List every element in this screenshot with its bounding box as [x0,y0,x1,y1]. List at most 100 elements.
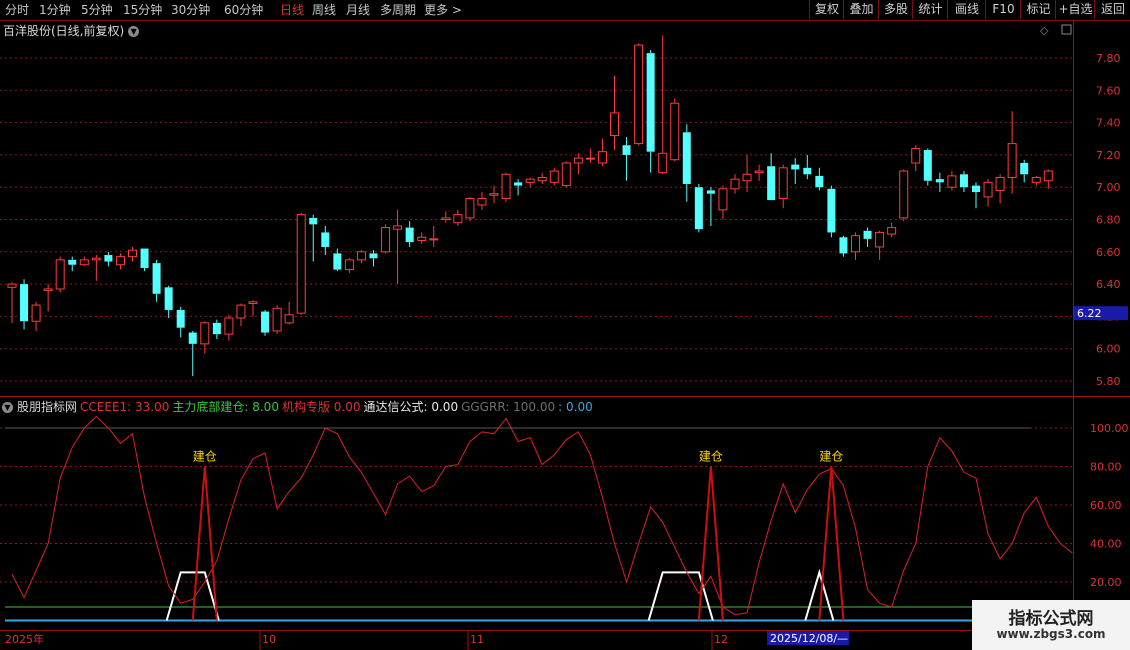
candlestick [236,303,246,327]
candlestick [309,214,318,262]
candle-body [754,170,764,174]
candle-body [405,227,414,243]
candlestick [356,250,366,264]
candle-body [188,332,197,344]
candle-body [995,177,1005,191]
candle-body [356,251,366,261]
price-tick-label: 7.60 [1096,84,1121,97]
candle-body [104,255,113,262]
candlestick [1031,175,1041,186]
candlestick [597,138,607,167]
cceee1-line [11,415,1073,616]
indicator-tick-label: 60.00 [1090,499,1122,512]
candlestick [441,211,451,223]
candlestick [68,256,77,272]
candle-body [140,248,149,268]
candlestick [55,256,65,293]
candlestick [863,227,872,247]
diamond-icon[interactable]: ◇ [1040,24,1049,37]
candle-body [1031,177,1041,183]
candle-body [935,179,944,183]
current-price-label: 6.22 [1077,307,1102,320]
candlestick [164,285,173,319]
watermark-url: www.zbgs3.com [996,627,1106,641]
candle-body [803,167,812,175]
candle-body [585,157,595,160]
candle-body [887,227,897,235]
candlestick [248,300,258,317]
candle-body [959,174,968,188]
candle-body [730,178,740,190]
candlestick [959,171,968,193]
candle-body [261,311,270,333]
candle-body [911,147,921,164]
date-cursor-label: 2025/12/08/— [770,632,848,645]
candle-body [369,253,378,259]
candlestick [1007,111,1017,194]
candle-body [31,304,41,322]
candlestick [296,213,306,315]
candlestick [489,185,499,204]
candle-body [321,232,330,247]
indicator-tick-label: 40.00 [1090,538,1122,551]
candlestick [212,319,221,340]
candle-body [381,227,391,253]
price-tick-label: 6.60 [1096,246,1121,259]
candlestick [188,330,197,377]
candle-body [1007,143,1017,179]
candlestick [911,145,921,172]
candlestick [537,172,547,184]
candlestick [573,153,583,175]
candlestick [272,305,282,335]
date-label: 11 [470,633,484,646]
candle-body [742,173,752,182]
price-tick-label: 6.80 [1096,214,1121,227]
candlestick [610,75,619,151]
candlestick [778,164,788,209]
candlestick [477,192,487,210]
candlestick [694,183,703,233]
candlestick [851,232,860,260]
candlestick [549,167,559,186]
candle-body [309,217,318,225]
candlestick [827,185,836,238]
candle-body [296,214,306,314]
price-tick-label: 6.00 [1096,343,1121,356]
candlestick [839,235,848,257]
candle-body [212,322,221,335]
candlestick [658,35,668,175]
candle-body [851,235,860,253]
candle-body [55,259,65,290]
price-tick-label: 5.80 [1096,375,1121,388]
candle-body [972,185,980,193]
candle-body [248,301,258,304]
date-label: 12 [714,633,728,646]
candle-body [20,284,29,322]
candle-body [597,151,607,164]
candlestick [465,196,475,222]
candlestick [947,171,957,191]
candle-body [923,150,932,181]
candle-body [501,173,511,200]
candle-body [718,188,728,211]
candle-body [429,238,439,241]
candle-body [272,307,282,332]
price-tick-label: 7.00 [1096,181,1121,194]
candlestick [742,154,752,193]
candlestick [815,167,824,191]
jiancang-label: 建仓 [193,450,217,464]
candlestick [321,225,330,256]
candlestick [754,164,764,181]
candle-body [333,253,342,270]
candlestick [417,232,427,244]
panel-toggle-icon[interactable] [1061,24,1072,35]
candle-body [706,190,715,194]
white-signal-line [647,571,714,621]
candlestick [224,314,234,341]
candle-body [514,182,523,186]
candle-body [200,322,210,345]
candlestick [983,179,993,207]
chart-area: 5.806.006.206.406.606.807.007.207.407.60… [0,20,1130,650]
candle-body [646,53,655,152]
price-tick-label: 7.80 [1096,52,1121,65]
